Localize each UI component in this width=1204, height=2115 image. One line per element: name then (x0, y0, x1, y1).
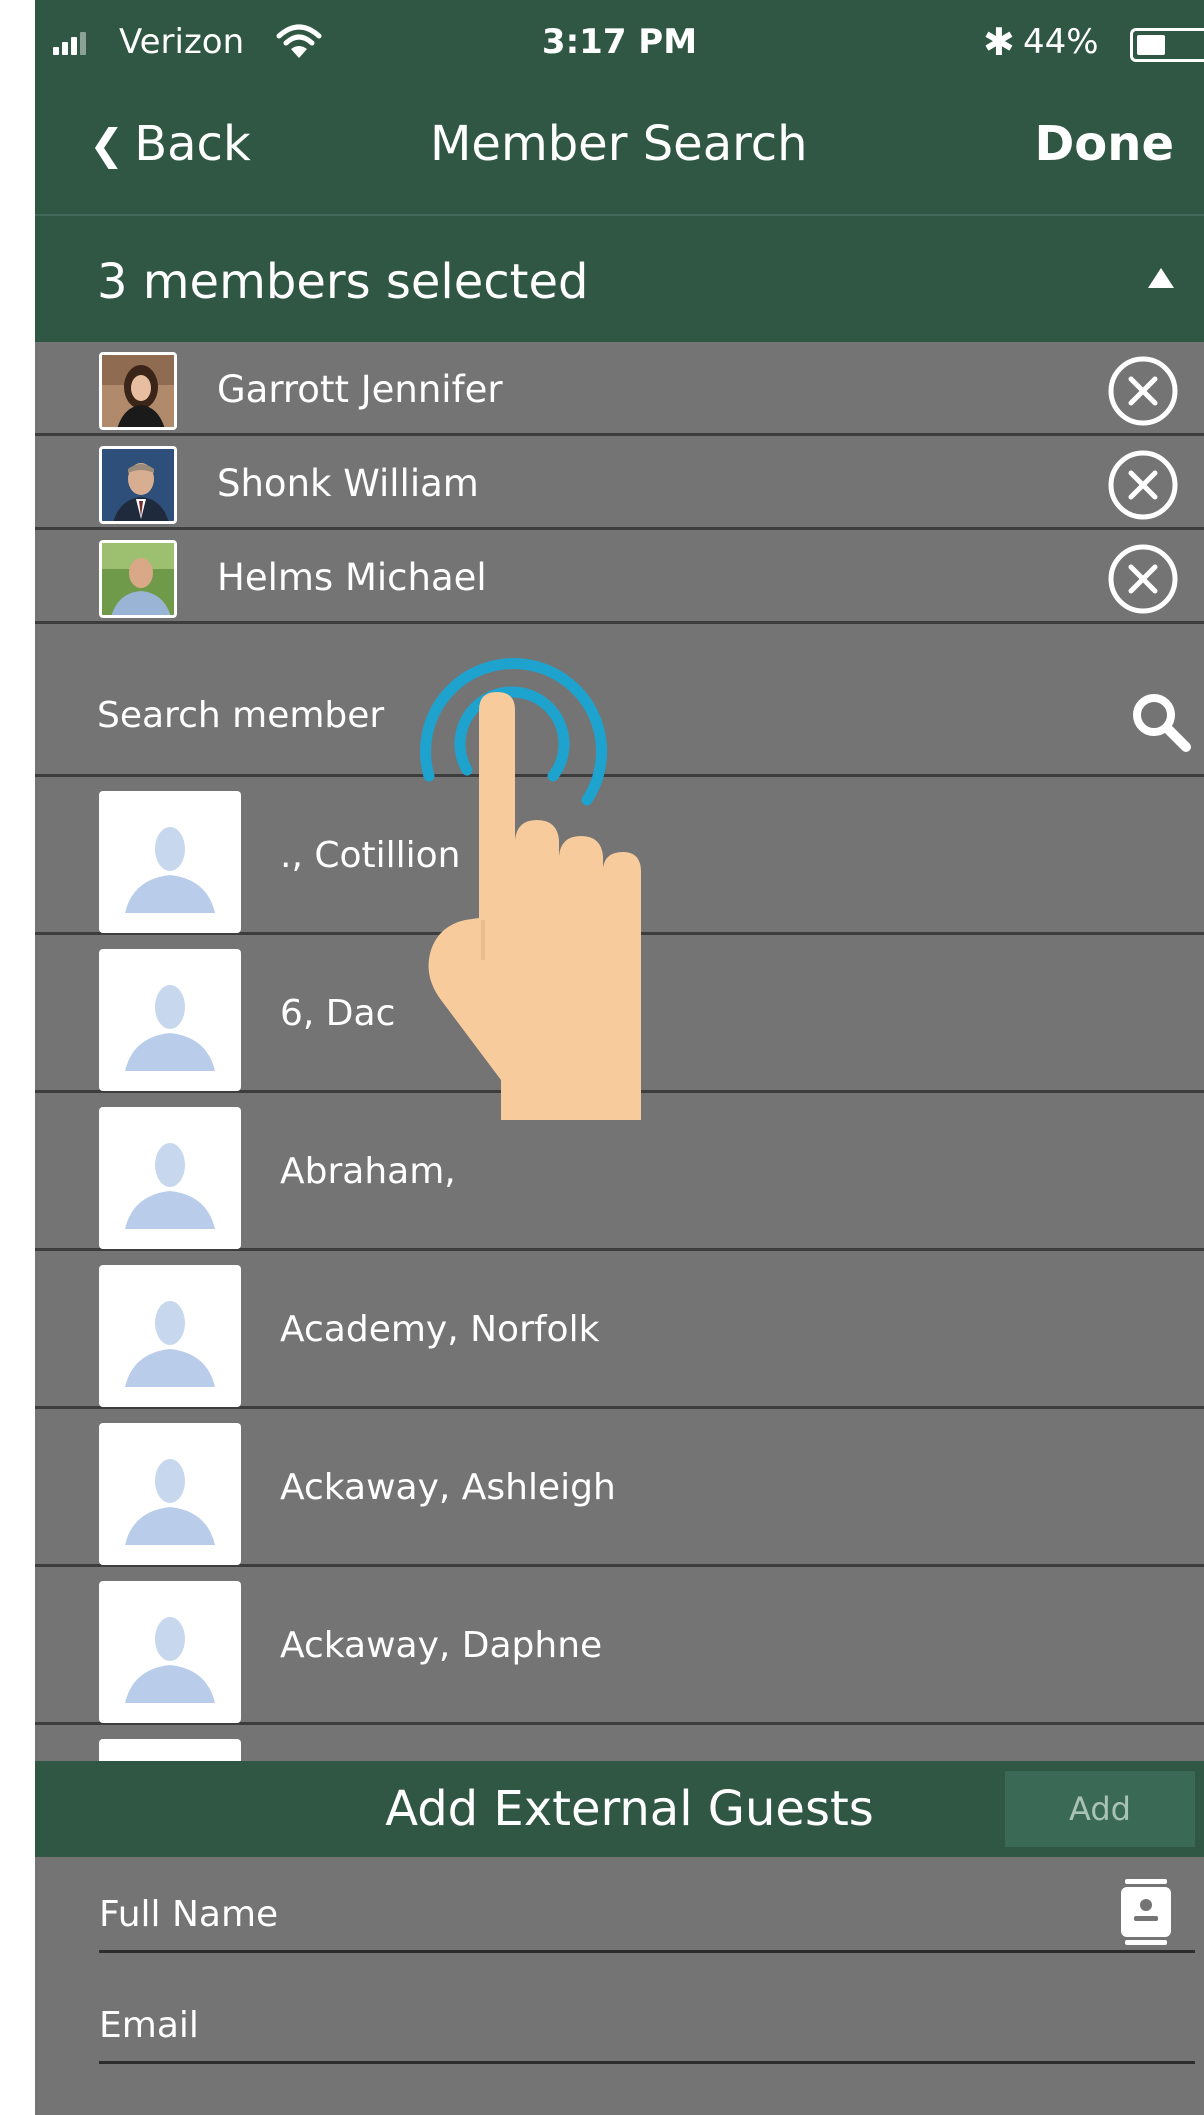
external-guests-header: Add External Guests Add (35, 1761, 1204, 1857)
member-name: 6, Dac (280, 993, 396, 1034)
contact-book-icon[interactable] (1119, 1879, 1173, 1945)
remove-member-icon[interactable] (1107, 355, 1179, 427)
selected-member-row: Garrott Jennifer (35, 342, 1204, 436)
status-bar: Verizon 3:17 PM ✱ 44% (35, 0, 1204, 92)
avatar-placeholder (99, 949, 241, 1091)
selected-members-header[interactable]: 3 members selected (35, 216, 1204, 342)
member-list: ., Cotillion 6, Dac Abraham, Academy, No… (35, 777, 1204, 1761)
list-item[interactable]: Ackaway, Daphne (35, 1567, 1204, 1725)
chevron-left-icon: ❮ (89, 119, 125, 169)
avatar-placeholder (99, 1581, 241, 1723)
list-item[interactable] (35, 1725, 1204, 1761)
member-name: Ackaway, Ashleigh (280, 1467, 616, 1508)
avatar-placeholder (99, 1739, 241, 1761)
remove-member-icon[interactable] (1107, 543, 1179, 615)
bluetooth-icon: ✱ (983, 20, 1015, 64)
selected-member-row: Helms Michael (35, 530, 1204, 624)
back-button[interactable]: ❮ Back (89, 116, 251, 172)
remove-member-icon[interactable] (1107, 449, 1179, 521)
done-button[interactable]: Done (1034, 116, 1174, 172)
selected-member-name: Shonk William (217, 462, 479, 505)
selected-member-row: Shonk William (35, 436, 1204, 530)
full-name-field-container (99, 1857, 1195, 1953)
selected-count-label: 3 members selected (97, 254, 589, 310)
full-name-field[interactable] (99, 1887, 1099, 1941)
list-item[interactable]: Abraham, (35, 1093, 1204, 1251)
avatar (99, 540, 177, 618)
page-title: Member Search (430, 116, 808, 172)
selected-member-name: Garrott Jennifer (217, 368, 503, 411)
search-icon[interactable] (1130, 691, 1192, 753)
avatar-placeholder (99, 1265, 241, 1407)
selected-member-name: Helms Michael (217, 556, 487, 599)
member-name: Ackaway, Daphne (280, 1625, 603, 1666)
member-name: Abraham, (280, 1151, 456, 1192)
battery-icon (1130, 28, 1204, 62)
add-guest-button[interactable]: Add (1005, 1771, 1195, 1847)
list-item[interactable]: Ackaway, Ashleigh (35, 1409, 1204, 1567)
avatar-placeholder (99, 1107, 241, 1249)
avatar-placeholder (99, 791, 241, 933)
collapse-triangle-icon (1148, 268, 1174, 288)
avatar (99, 446, 177, 524)
app-screen: Verizon 3:17 PM ✱ 44% ❮ Back Member Sear… (35, 0, 1204, 2115)
list-item[interactable]: ., Cotillion (35, 777, 1204, 935)
nav-bar: ❮ Back Member Search Done (35, 92, 1204, 216)
search-bar (35, 651, 1204, 777)
email-field[interactable] (99, 1998, 1099, 2052)
search-input[interactable] (97, 687, 997, 743)
member-name: ., Cotillion (280, 835, 461, 876)
list-item[interactable]: 6, Dac (35, 935, 1204, 1093)
email-field-container (99, 1968, 1195, 2064)
battery-percent: 44% (1023, 22, 1099, 62)
member-name: Academy, Norfolk (280, 1309, 600, 1350)
list-item[interactable]: Academy, Norfolk (35, 1251, 1204, 1409)
back-label: Back (134, 116, 251, 172)
avatar (99, 352, 177, 430)
avatar-placeholder (99, 1423, 241, 1565)
